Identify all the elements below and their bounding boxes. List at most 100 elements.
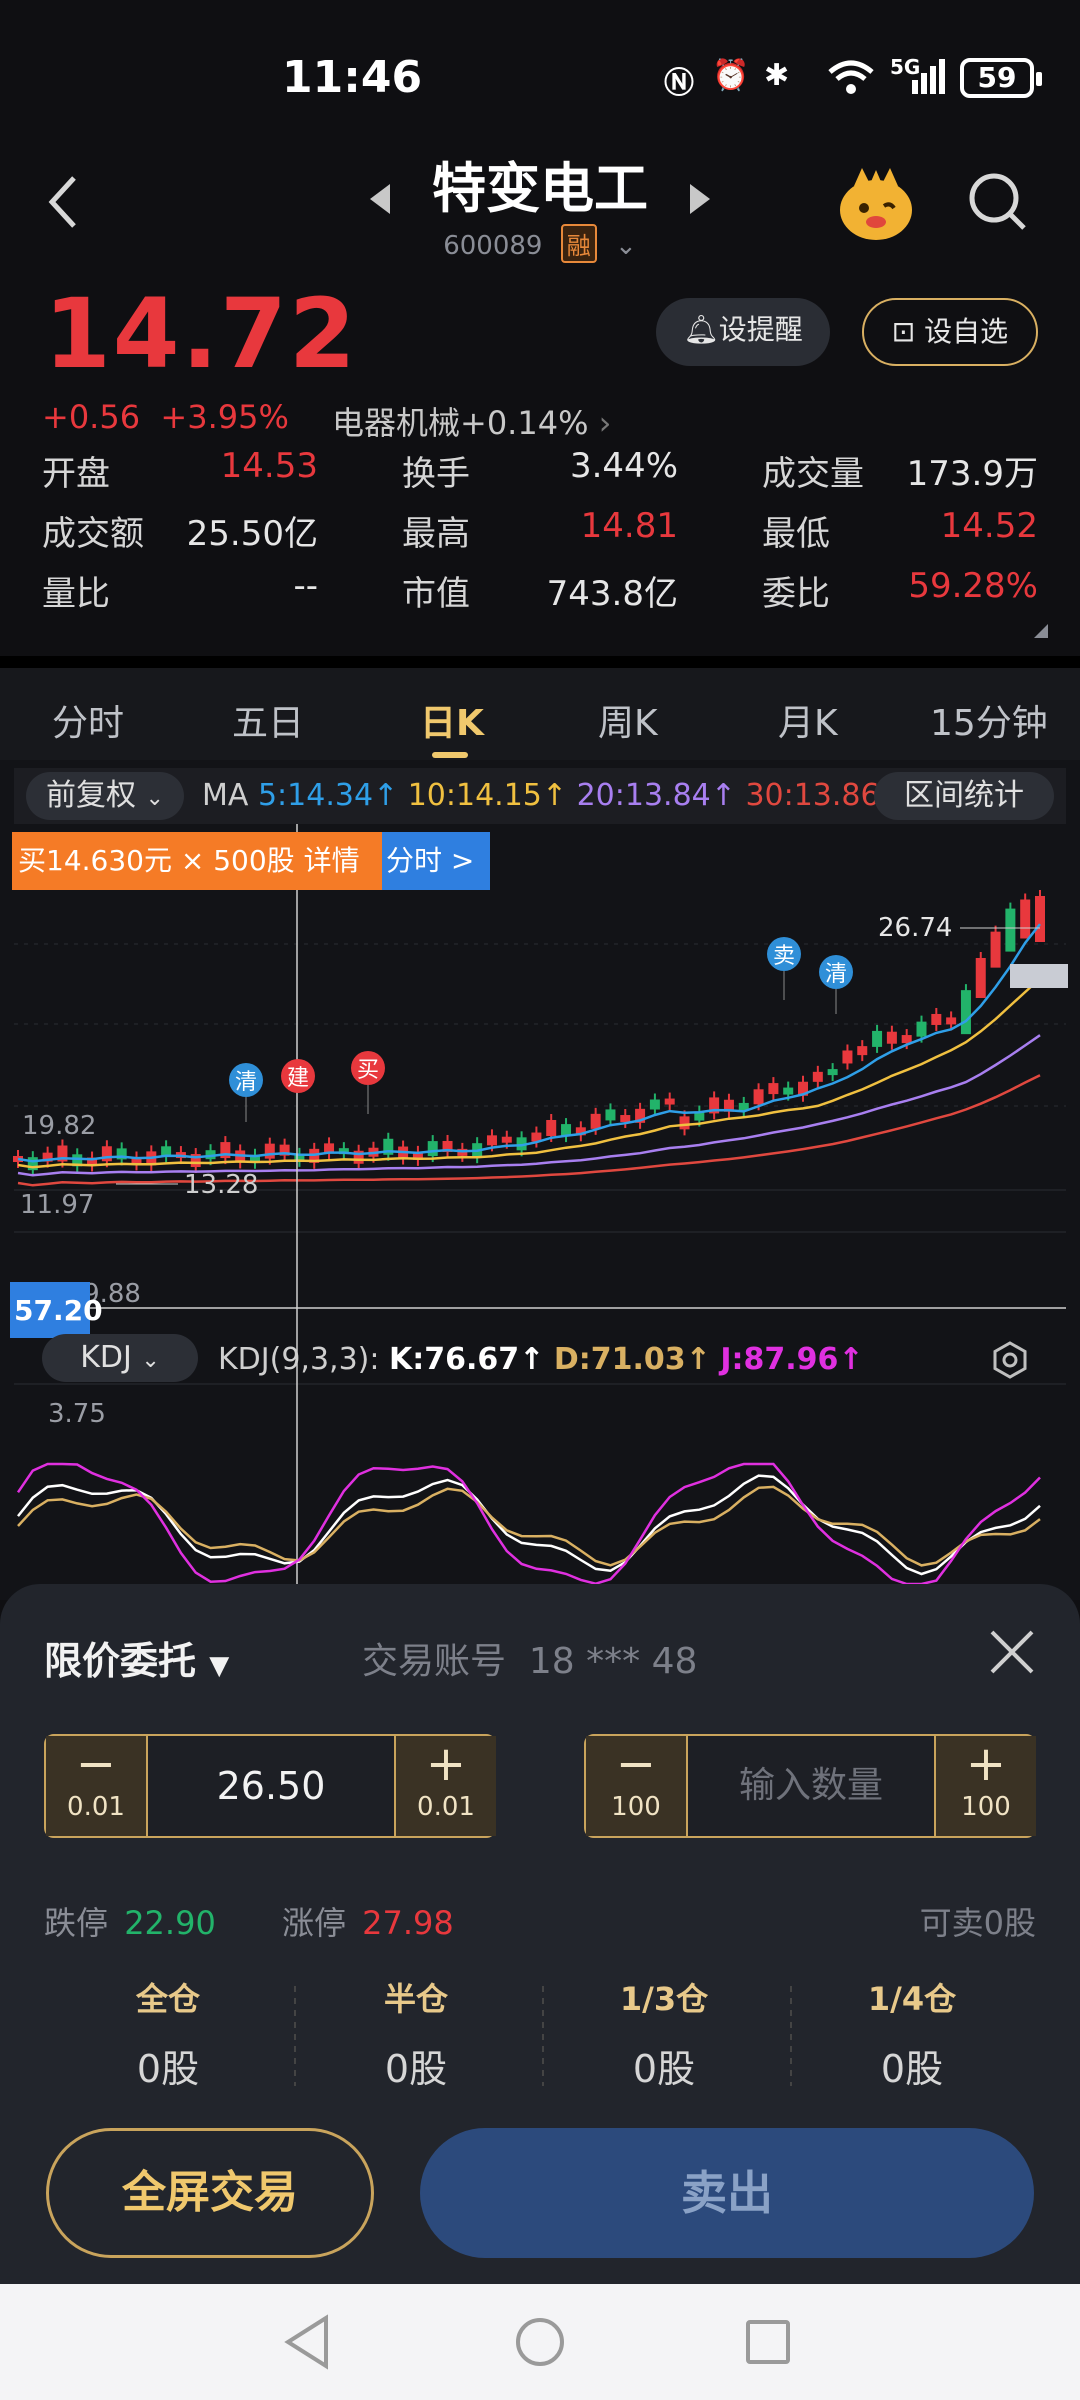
price-plus-button[interactable]: +0.01: [396, 1736, 496, 1836]
svg-text:买: 买: [357, 1058, 379, 1083]
chevron-down-icon: ⌄: [145, 786, 164, 811]
settings-icon[interactable]: [990, 1340, 1030, 1384]
kline-svg[interactable]: 19.82 11.97 13.28 26.74 清 建 买 卖 清 109.88…: [0, 824, 1080, 1600]
candle-body: [486, 1135, 497, 1146]
candle-body: [753, 1089, 764, 1105]
sector-link[interactable]: 电器机械+0.14% ›: [332, 398, 611, 444]
stock-code: 600089: [443, 231, 543, 261]
quote-label: 量比: [42, 574, 110, 614]
quantity-input[interactable]: 输入数量: [686, 1736, 936, 1836]
candle-body: [264, 1143, 275, 1159]
set-alert-button[interactable]: 🔔︎设提醒: [656, 298, 830, 366]
expand-corner-icon[interactable]: [1034, 624, 1048, 638]
price-input[interactable]: 26.50: [146, 1736, 396, 1836]
nfc-icon: Ⓝ: [664, 66, 694, 101]
kdj-crosshair-value: 57.20: [14, 1294, 103, 1327]
position-amount: 0股: [880, 2047, 944, 2091]
candle-body: [783, 1087, 794, 1095]
marker-sell[interactable]: 卖: [767, 937, 801, 1000]
marker-clear-2[interactable]: 清: [819, 955, 853, 1014]
chevron-right-icon: ›: [598, 404, 612, 442]
nav-back-icon[interactable]: [282, 2314, 332, 2374]
quote-label: 委比: [762, 574, 830, 614]
quantity-plus-button[interactable]: +100: [936, 1736, 1036, 1836]
svg-text:清: 清: [825, 962, 847, 987]
candle-body: [857, 1046, 868, 1056]
range-stats-button[interactable]: 区间统计: [874, 772, 1054, 820]
candle-body: [620, 1115, 631, 1123]
trade-detail-tip[interactable]: 买14.630元 × 500股 详情: [12, 832, 382, 890]
price-stepper: −0.01 26.50 +0.01: [44, 1734, 496, 1838]
system-nav-bar: [0, 2284, 1080, 2400]
tab-1[interactable]: 五日: [232, 694, 304, 746]
close-icon[interactable]: [988, 1628, 1036, 1680]
quote-value: 14.52: [940, 506, 1038, 546]
candle-body: [827, 1069, 838, 1076]
active-tab-indicator: [432, 752, 468, 758]
candle-body: [501, 1136, 512, 1143]
tab-2[interactable]: 日K: [420, 694, 484, 746]
candle-body: [590, 1113, 601, 1129]
quantity-minus-button[interactable]: −100: [586, 1736, 686, 1836]
candle-body: [679, 1116, 690, 1130]
kdj-select[interactable]: KDJ ⌄: [42, 1334, 198, 1382]
add-watchlist-button[interactable]: ⊡ 设自选: [862, 298, 1038, 366]
limit-prices: 跌停 22.90 涨停 27.98: [44, 1904, 454, 1942]
candle-body: [946, 1017, 957, 1025]
quantity-stepper: −100 输入数量 +100: [584, 1734, 1036, 1838]
battery-icon: 59: [960, 58, 1042, 98]
marker-buy[interactable]: 买: [351, 1051, 385, 1114]
next-stock-icon[interactable]: [688, 182, 712, 220]
bell-icon: 🔔︎: [683, 313, 719, 346]
order-sheet: 限价委托 ▼ 交易账号 18 *** 48 −0.01 26.50 +0.01 …: [0, 1584, 1080, 2284]
quote-value: 743.8亿: [546, 574, 678, 614]
candle-body: [960, 990, 971, 1035]
position-label: 半仓: [383, 1980, 448, 2018]
tab-3[interactable]: 周K: [598, 694, 658, 746]
mascot-icon[interactable]: [836, 164, 916, 248]
quote-value: 173.9万: [906, 454, 1038, 494]
candle-body: [901, 1035, 912, 1044]
wifi-icon: [826, 58, 876, 94]
tab-4[interactable]: 月K: [778, 694, 838, 746]
quote-label: 最高: [402, 514, 470, 554]
quote-label: 市值: [402, 574, 470, 614]
tab-5[interactable]: 15分钟: [930, 694, 1048, 746]
search-icon[interactable]: [966, 170, 1030, 238]
min-price-label: 13.28: [184, 1170, 258, 1200]
marker-clear[interactable]: 清: [229, 1063, 263, 1122]
price-axis-label-mid: 19.82: [22, 1111, 96, 1141]
quote-value: 59.28%: [908, 566, 1038, 606]
candle-body: [664, 1098, 675, 1105]
adjust-select[interactable]: 前复权 ⌄: [26, 772, 184, 820]
chevron-down-icon[interactable]: ⌄: [615, 231, 637, 261]
order-type-select[interactable]: 限价委托 ▼: [44, 1630, 229, 1685]
fenshi-link[interactable]: 分时 >: [382, 832, 490, 890]
kline-chart-area[interactable]: 前复权 ⌄ MA 5:14.34↑ 10:14.15↑ 20:13.84↑ 30…: [0, 760, 1080, 1600]
candle-body: [872, 1030, 883, 1047]
ma20-value: 20:13.84↑: [576, 778, 736, 813]
position-option[interactable]: 1/3仓 0股: [544, 1974, 784, 2093]
sell-button[interactable]: 卖出: [420, 2128, 1034, 2258]
nav-recents-icon[interactable]: [744, 2318, 792, 2370]
quote-value: 3.44%: [569, 446, 678, 486]
trade-account: 交易账号 18 *** 48: [362, 1641, 698, 1682]
position-option[interactable]: 半仓 0股: [296, 1974, 536, 2093]
price-change: +0.56 +3.95%: [42, 398, 289, 436]
tab-0[interactable]: 分时: [52, 694, 124, 746]
position-option[interactable]: 全仓 0股: [48, 1974, 288, 2093]
candle-body: [768, 1083, 779, 1095]
nav-home-icon[interactable]: [514, 2316, 566, 2372]
watchlist-icon: ⊡: [891, 315, 916, 348]
candle-body: [649, 1099, 660, 1110]
candle-body: [1005, 908, 1016, 952]
candle-body: [546, 1119, 557, 1136]
ma5-value: 5:14.34↑: [257, 778, 399, 813]
price-minus-button[interactable]: −0.01: [46, 1736, 146, 1836]
kdj-values: KDJ(9,3,3): K:76.67↑ D:71.03↑ J:87.96↑: [218, 1342, 864, 1377]
quote-value: 14.53: [220, 446, 318, 486]
price-axis-label-low: 11.97: [20, 1190, 94, 1220]
position-option[interactable]: 1/4仓 0股: [792, 1974, 1032, 2093]
fullscreen-trade-button[interactable]: 全屏交易: [46, 2128, 374, 2258]
marker-build[interactable]: 建: [281, 1059, 315, 1093]
